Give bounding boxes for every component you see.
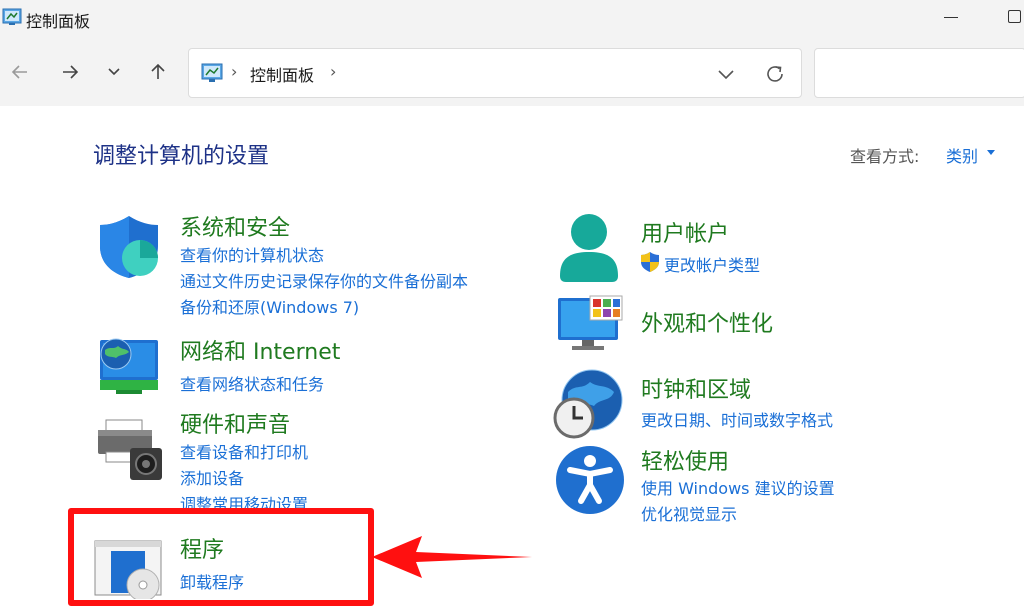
chevron-down-icon[interactable]: [715, 64, 737, 84]
refresh-icon[interactable]: [763, 62, 787, 86]
up-button[interactable]: [144, 58, 172, 86]
link-backup-restore-win7[interactable]: 备份和还原(Windows 7): [180, 294, 359, 318]
back-button[interactable]: [6, 58, 34, 86]
shield-icon[interactable]: [96, 214, 162, 280]
breadcrumb-control-panel[interactable]: 控制面板: [250, 62, 314, 86]
appearance-monitor-icon[interactable]: [556, 294, 626, 354]
link-recommended-settings[interactable]: 使用 Windows 建议的设置: [641, 475, 835, 499]
forward-button[interactable]: [56, 58, 84, 86]
annotation-arrow-icon: [372, 536, 532, 578]
link-add-device[interactable]: 添加设备: [180, 465, 244, 489]
link-change-date-time-format[interactable]: 更改日期、时间或数字格式: [641, 407, 833, 431]
uac-shield-icon: [641, 252, 659, 272]
control-panel-icon: [2, 8, 22, 25]
category-network-internet[interactable]: 网络和 Internet: [180, 334, 340, 366]
link-change-account-type[interactable]: 更改帐户类型: [664, 252, 760, 276]
link-devices-printers[interactable]: 查看设备和打印机: [180, 439, 308, 463]
link-file-history-backup[interactable]: 通过文件历史记录保存你的文件备份副本: [180, 268, 468, 292]
category-ease-of-access[interactable]: 轻松使用: [641, 444, 729, 476]
arrow-up-icon: [151, 63, 165, 79]
maximize-button[interactable]: [1008, 10, 1021, 23]
breadcrumb-chevron-icon[interactable]: ›: [231, 62, 237, 81]
link-network-status-tasks[interactable]: 查看网络状态和任务: [180, 371, 324, 395]
link-check-computer-status[interactable]: 查看你的计算机状态: [180, 242, 324, 266]
link-optimize-visual-display[interactable]: 优化视觉显示: [641, 501, 737, 525]
printer-speaker-icon[interactable]: [96, 418, 164, 482]
category-system-security[interactable]: 系统和安全: [180, 210, 290, 242]
user-account-icon[interactable]: [556, 212, 622, 284]
caret-down-icon[interactable]: [987, 150, 995, 155]
network-globe-icon[interactable]: [96, 336, 162, 398]
title-bar: 控制面板: [0, 0, 1024, 38]
minimize-button[interactable]: [941, 5, 961, 29]
control-panel-icon: [201, 63, 223, 82]
view-by-label: 查看方式:: [850, 147, 920, 166]
arrow-right-icon: [63, 65, 79, 79]
page-title: 调整计算机的设置: [93, 144, 270, 169]
category-hardware-sound[interactable]: 硬件和声音: [180, 407, 290, 439]
chevron-down-icon: [108, 68, 120, 76]
category-user-accounts[interactable]: 用户帐户: [641, 216, 729, 248]
window-title: 控制面板: [26, 12, 91, 31]
accessibility-icon[interactable]: [555, 445, 625, 515]
recent-locations-button[interactable]: [100, 58, 128, 86]
highlight-box: [68, 508, 374, 606]
breadcrumb-chevron-icon[interactable]: ›: [330, 62, 336, 81]
arrow-left-icon: [11, 65, 27, 79]
view-by-dropdown[interactable]: 类别: [946, 143, 978, 167]
category-appearance-personalization[interactable]: 外观和个性化: [641, 306, 773, 338]
search-input[interactable]: [814, 48, 1024, 98]
category-clock-region[interactable]: 时钟和区域: [641, 372, 751, 404]
address-bar[interactable]: › 控制面板 ›: [188, 48, 802, 98]
clock-globe-icon[interactable]: [552, 368, 626, 440]
navigation-bar: › 控制面板 ›: [0, 38, 1024, 106]
